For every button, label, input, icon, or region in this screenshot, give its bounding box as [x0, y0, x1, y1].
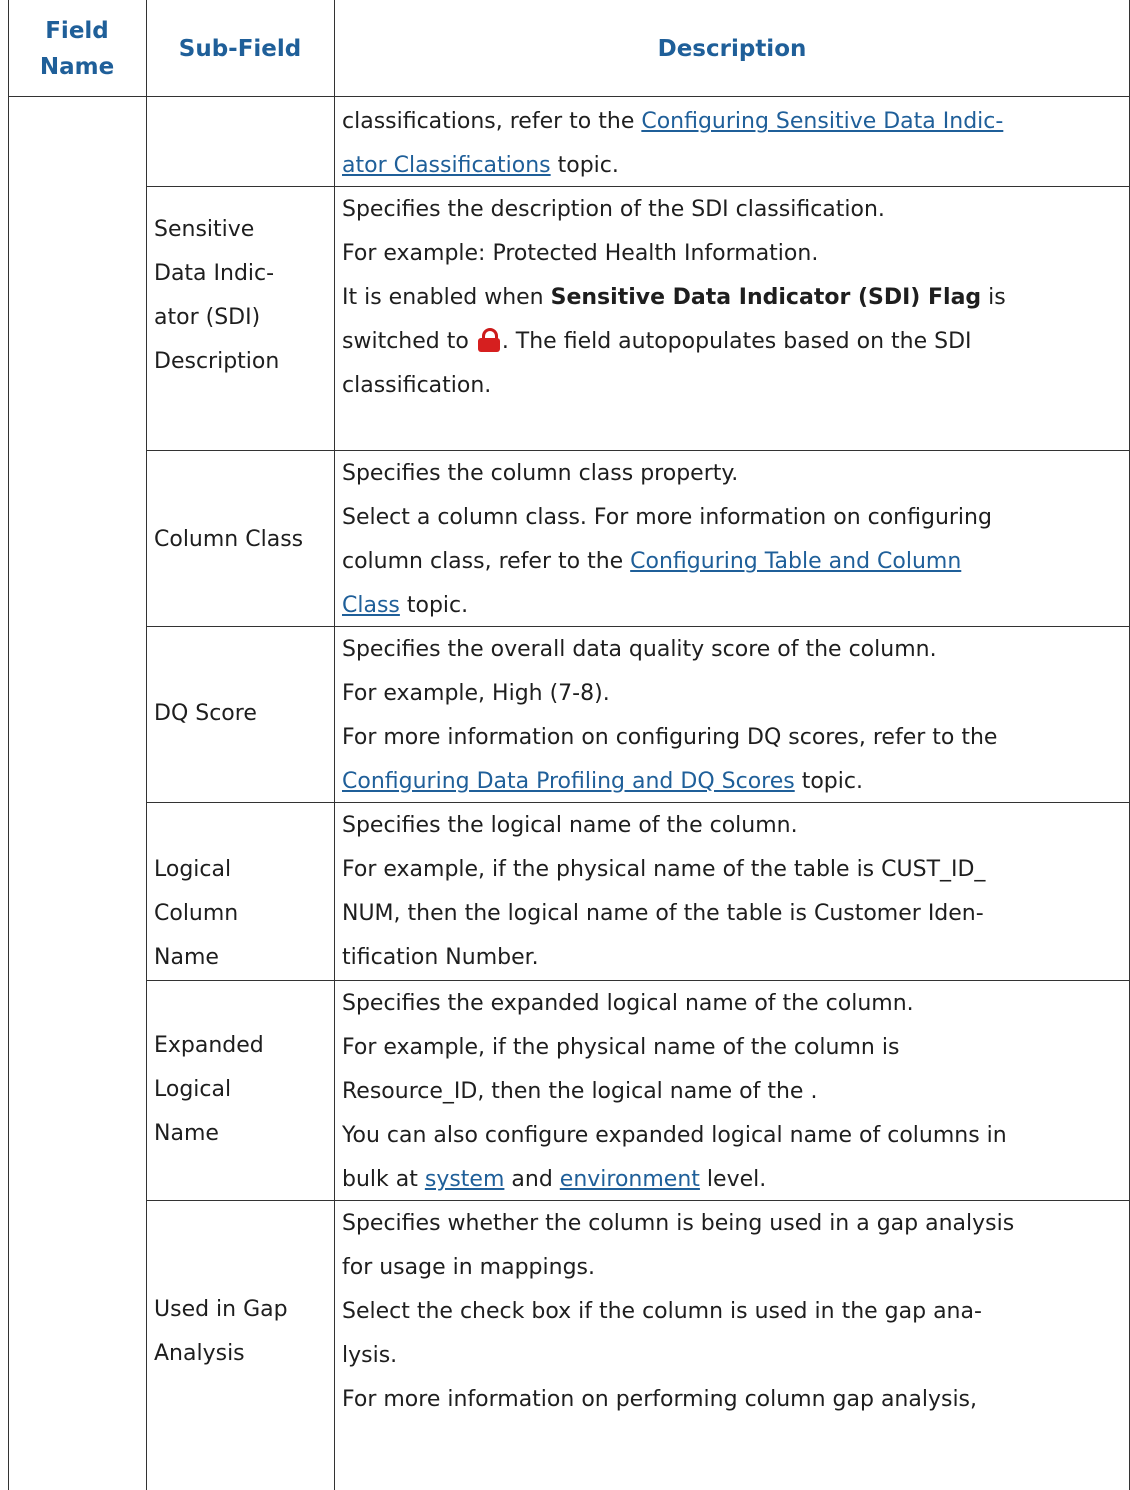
description-line: For more information on configuring DQ s…	[342, 725, 998, 750]
sub-field-cell: Column Class	[154, 527, 304, 552]
description-line: You can also configure expanded logical …	[342, 1123, 1007, 1148]
description-line: bulk at system and environment level.	[342, 1167, 767, 1192]
header-bottom-border	[8, 96, 1130, 97]
description-cell: Specifies the overall data quality score…	[342, 628, 1126, 804]
description-line: switched to . The field autopopulates ba…	[342, 328, 972, 354]
description-cell: classifications, refer to the Configurin…	[342, 100, 1126, 188]
description-line: For more information on performing colum…	[342, 1387, 978, 1412]
description-line: Specifies the column class property.	[342, 461, 739, 486]
column-divider-2	[334, 0, 335, 1490]
description-line: Specifies whether the column is being us…	[342, 1211, 1015, 1236]
description-line: ator Classifications topic.	[342, 153, 619, 178]
description-cell: Specifies the column class property. Sel…	[342, 452, 1126, 628]
description-line: lysis.	[342, 1343, 398, 1368]
description-line: Specifies the overall data quality score…	[342, 637, 937, 662]
description-line: Specifies the description of the SDI cla…	[342, 197, 885, 222]
column-divider-1	[146, 0, 147, 1490]
sub-field-cell: Sensitive Data Indic-ator (SDI) Descript…	[154, 217, 280, 374]
link-environment[interactable]: environment	[560, 1167, 700, 1192]
link-system[interactable]: system	[425, 1167, 505, 1192]
link-configuring-sdi-classifications[interactable]: Configuring Sensitive Data Indic-	[641, 109, 1003, 134]
description-line: It is enabled when Sensitive Data Indica…	[342, 285, 1006, 310]
table-border-left	[8, 0, 9, 1490]
description-line: classification.	[342, 373, 492, 398]
sub-field-cell: Used in Gap Analysis	[154, 1297, 288, 1366]
description-line: Specifies the expanded logical name of t…	[342, 991, 914, 1016]
header-sub-field: Sub-Field	[178, 36, 302, 62]
header-description: Description	[657, 36, 807, 62]
description-line: For example, High (7-8).	[342, 681, 610, 706]
description-line: Class topic.	[342, 593, 469, 618]
description-cell: Specifies the description of the SDI cla…	[342, 188, 1126, 408]
description-cell: Specifies the expanded logical name of t…	[342, 982, 1126, 1202]
description-line: For example, if the physical name of the…	[342, 1035, 900, 1060]
description-line: for usage in mappings.	[342, 1255, 595, 1280]
field-description-table: Field Name Sub-Field Description classif…	[8, 0, 1130, 1490]
header-field-name: Field Name	[39, 18, 115, 80]
row-divider	[146, 980, 1130, 981]
description-cell: Specifies whether the column is being us…	[342, 1202, 1126, 1422]
sub-field-cell: DQ Score	[154, 701, 257, 726]
lock-icon	[477, 328, 500, 352]
description-line: tification Number.	[342, 945, 539, 970]
description-line: Select the check box if the column is us…	[342, 1299, 982, 1324]
sub-field-cell: Expanded Logical Name	[154, 1033, 264, 1146]
description-line: column class, refer to the Configuring T…	[342, 549, 962, 574]
row-divider	[146, 450, 1130, 451]
link-configuring-table-column-class[interactable]: Class	[342, 593, 400, 618]
link-configuring-data-profiling[interactable]: Configuring Data Profiling and DQ Scores	[342, 769, 795, 794]
description-line: For example: Protected Health Informatio…	[342, 241, 819, 266]
description-line: Configuring Data Profiling and DQ Scores…	[342, 769, 863, 794]
description-line: For example, if the physical name of the…	[342, 857, 986, 882]
description-cell: Specifies the logical name of the column…	[342, 804, 1126, 980]
description-line: Select a column class. For more informat…	[342, 505, 992, 530]
description-line: classifications, refer to the Configurin…	[342, 109, 1004, 134]
description-line: NUM, then the logical name of the table …	[342, 901, 984, 926]
description-line: Specifies the logical name of the column…	[342, 813, 798, 838]
description-line: Resource_ID, then the logical name of th…	[342, 1079, 818, 1104]
sub-field-cell: Logical Column Name	[154, 857, 239, 970]
link-configuring-sdi-classifications[interactable]: ator Classifications	[342, 153, 551, 178]
link-configuring-table-column-class[interactable]: Configuring Table and Column	[630, 549, 961, 574]
